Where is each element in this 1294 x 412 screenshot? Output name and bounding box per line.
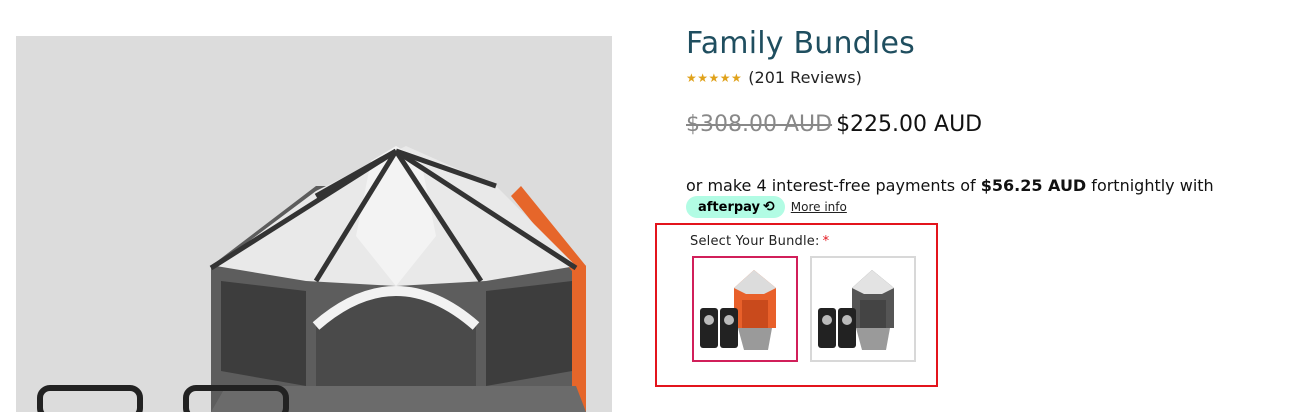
installment-text-before: or make 4 interest-free payments of	[686, 176, 981, 195]
afterpay-row: afterpay ⟲ More info	[686, 196, 847, 218]
orange-tent-bundle-thumbnail	[700, 270, 776, 350]
afterpay-label: afterpay	[698, 199, 761, 215]
grey-tent-bundle-thumbnail	[818, 270, 894, 350]
bundle-option-orange[interactable]	[692, 256, 798, 362]
more-info-link[interactable]: More info	[791, 200, 847, 214]
tent-illustration	[37, 146, 586, 412]
installment-text-after: fortnightly with	[1086, 176, 1214, 195]
installment-message: or make 4 interest-free payments of $56.…	[686, 176, 1214, 195]
product-title: Family Bundles	[686, 26, 915, 61]
sale-price: $225.00 AUD	[836, 112, 983, 137]
bundle-option-grey[interactable]	[810, 256, 916, 362]
bundle-label-text: Select Your Bundle:	[690, 234, 820, 249]
product-main-image[interactable]	[16, 36, 612, 412]
review-count[interactable]: (201 Reviews)	[748, 68, 862, 87]
price-row: $308.00 AUD $225.00 AUD	[686, 112, 982, 137]
product-rating[interactable]: ★★★★★ (201 Reviews)	[686, 68, 862, 87]
afterpay-logo[interactable]: afterpay ⟲	[686, 196, 785, 218]
afterpay-arrows-icon: ⟲	[763, 199, 775, 215]
installment-amount: $56.25 AUD	[980, 176, 1087, 195]
bundle-label: Select Your Bundle: *	[690, 234, 829, 249]
star-rating-icon: ★★★★★	[686, 70, 743, 85]
compare-at-price: $308.00 AUD	[686, 112, 833, 137]
required-asterisk: *	[822, 234, 830, 249]
